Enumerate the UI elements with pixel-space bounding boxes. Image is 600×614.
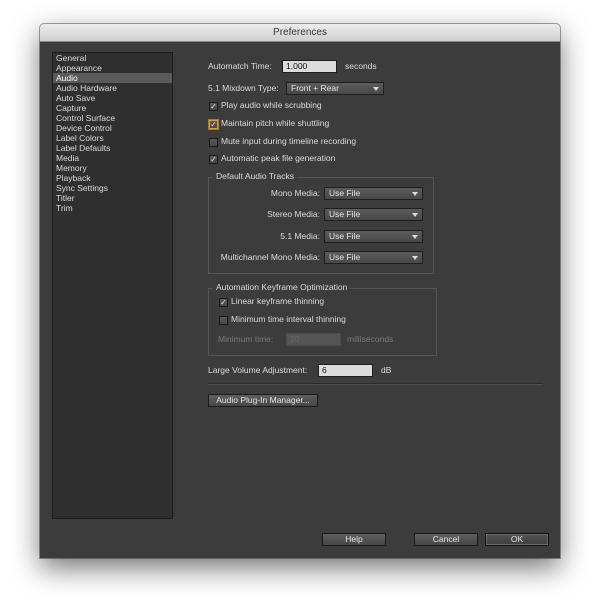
mono-media-select[interactable]: Use File	[324, 187, 423, 200]
stereo-media-select[interactable]: Use File	[324, 208, 423, 221]
category-general[interactable]: General	[53, 53, 172, 63]
category-titler[interactable]: Titler	[53, 193, 172, 203]
category-appearance[interactable]: Appearance	[53, 63, 172, 73]
help-button[interactable]: Help	[322, 533, 386, 546]
category-memory[interactable]: Memory	[53, 163, 172, 173]
automatch-time-label: Automatch Time:	[208, 61, 272, 71]
section-divider	[208, 383, 543, 385]
category-control-surface[interactable]: Control Surface	[53, 113, 172, 123]
mono-media-value: Use File	[329, 188, 361, 198]
category-sync-settings[interactable]: Sync Settings	[53, 183, 172, 193]
category-auto-save[interactable]: Auto Save	[53, 93, 172, 103]
category-label-colors[interactable]: Label Colors	[53, 133, 172, 143]
play-audio-scrubbing-label: Play audio while scrubbing	[221, 100, 322, 110]
play-audio-scrubbing-checkbox[interactable]: ✓	[209, 102, 218, 111]
chevron-down-icon	[412, 256, 418, 260]
category-media[interactable]: Media	[53, 153, 172, 163]
category-audio-hardware[interactable]: Audio Hardware	[53, 83, 172, 93]
stereo-media-value: Use File	[329, 209, 361, 219]
keyframe-optimization-title: Automation Keyframe Optimization	[213, 282, 351, 293]
mute-input-label: Mute input during timeline recording	[221, 136, 357, 146]
multichannel-mono-media-label: Multichannel Mono Media:	[220, 252, 320, 262]
min-time-label: Minimum time:	[218, 334, 274, 344]
surround-media-value: Use File	[329, 231, 361, 241]
surround-media-label: 5.1 Media:	[280, 231, 320, 241]
mixdown-type-select[interactable]: Front + Rear	[286, 82, 384, 95]
mixdown-type-label: 5.1 Mixdown Type:	[208, 83, 279, 93]
linear-thinning-checkbox[interactable]: ✓	[219, 298, 228, 307]
min-interval-thinning-label: Minimum time interval thinning	[231, 314, 346, 324]
category-playback[interactable]: Playback	[53, 173, 172, 183]
audio-plugin-manager-button[interactable]: Audio Plug-In Manager...	[208, 394, 318, 407]
ok-button[interactable]: OK	[485, 533, 549, 546]
chevron-down-icon	[373, 87, 379, 91]
category-list[interactable]: General Appearance Audio Audio Hardware …	[52, 52, 173, 519]
volume-adjustment-label: Large Volume Adjustment:	[208, 365, 308, 375]
chevron-down-icon	[412, 192, 418, 196]
surround-media-select[interactable]: Use File	[324, 230, 423, 243]
min-interval-thinning-checkbox[interactable]	[219, 316, 228, 325]
maintain-pitch-label: Maintain pitch while shuttling	[221, 118, 330, 128]
category-label-defaults[interactable]: Label Defaults	[53, 143, 172, 153]
category-device-control[interactable]: Device Control	[53, 123, 172, 133]
stereo-media-label: Stereo Media:	[267, 209, 320, 219]
category-audio[interactable]: Audio	[53, 73, 172, 83]
window-title: Preferences	[40, 24, 560, 42]
volume-adjustment-input[interactable]: 6	[318, 364, 373, 377]
mixdown-type-value: Front + Rear	[291, 83, 339, 93]
category-trim[interactable]: Trim	[53, 203, 172, 213]
automatch-time-input[interactable]: 1.000	[282, 60, 337, 73]
min-time-unit: milliseconds	[347, 334, 394, 344]
cancel-button[interactable]: Cancel	[414, 533, 478, 546]
automatch-time-unit: seconds	[345, 61, 377, 71]
maintain-pitch-checkbox[interactable]: ✓	[209, 120, 218, 129]
multichannel-mono-media-value: Use File	[329, 252, 361, 262]
mono-media-label: Mono Media:	[270, 188, 320, 198]
preferences-window: Preferences General Appearance Audio Aud…	[40, 24, 560, 558]
chevron-down-icon	[412, 235, 418, 239]
chevron-down-icon	[412, 213, 418, 217]
volume-adjustment-unit: dB	[381, 365, 392, 375]
default-audio-tracks-title: Default Audio Tracks	[213, 171, 297, 182]
peak-file-checkbox[interactable]: ✓	[209, 155, 218, 164]
category-capture[interactable]: Capture	[53, 103, 172, 113]
peak-file-label: Automatic peak file generation	[221, 153, 336, 163]
mute-input-checkbox[interactable]	[209, 138, 218, 147]
multichannel-mono-media-select[interactable]: Use File	[324, 251, 423, 264]
min-time-input: 20	[286, 333, 341, 346]
linear-thinning-label: Linear keyframe thinning	[231, 296, 325, 306]
